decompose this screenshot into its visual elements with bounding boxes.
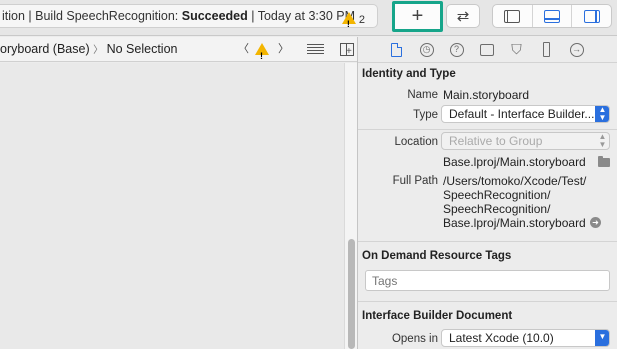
jump-bar-controls: 〈 〉: [238, 37, 354, 68]
question-icon: ?: [449, 42, 464, 57]
tab-size-inspector[interactable]: [538, 42, 555, 58]
forward-chevron-icon[interactable]: 〉: [278, 37, 289, 61]
tab-attributes-inspector[interactable]: ⛉: [508, 41, 525, 58]
popup-arrows-icon: ▲ ▼: [595, 106, 609, 122]
location-label: Location: [394, 136, 438, 148]
shield-icon: ⛉: [511, 41, 522, 57]
view-toggle-group: [492, 4, 612, 28]
build-time: | Today at 3:30 PM: [247, 9, 356, 23]
separator: [358, 241, 617, 242]
activity-viewer[interactable]: ition | Build SpeechRecognition: Succeed…: [0, 4, 378, 28]
storyboard-canvas[interactable]: [0, 63, 344, 349]
full-path-line: SpeechRecognition/: [443, 202, 551, 216]
library-button[interactable]: +: [392, 1, 443, 32]
type-label: Type: [413, 109, 438, 121]
location-popup: Relative to Group ▲ ▼: [441, 132, 610, 150]
section-title-ib-document: Interface Builder Document: [362, 310, 513, 322]
separator: [358, 301, 617, 302]
breadcrumb-file[interactable]: oryboard (Base): [0, 42, 90, 56]
section-title-tags: On Demand Resource Tags: [362, 250, 512, 262]
tab-quick-help[interactable]: ?: [448, 42, 465, 58]
activity-prefix: ition | Build SpeechRecognition:: [2, 9, 182, 23]
opens-in-value: Latest Xcode (10.0): [449, 331, 554, 345]
breadcrumb[interactable]: oryboard (Base) 〉 No Selection: [0, 37, 177, 63]
separator: [358, 129, 617, 130]
type-popup[interactable]: Default - Interface Builder... ▲ ▼: [441, 105, 610, 123]
arrow-circle-icon: →: [569, 42, 584, 57]
tab-identity-inspector[interactable]: [478, 42, 495, 58]
breadcrumb-separator: 〉: [93, 45, 104, 56]
left-pane-icon: [504, 9, 521, 23]
vertical-scrollbar[interactable]: [344, 63, 357, 349]
breadcrumb-selection[interactable]: No Selection: [107, 42, 178, 56]
editor-options-icon[interactable]: [307, 43, 324, 55]
swap-arrows-icon: ⇄: [456, 8, 470, 25]
name-value: Main.storyboard: [443, 88, 530, 102]
inspector-pane: ◷ ? ⛉ → Identity and Type Name Main.stor…: [358, 37, 617, 349]
tab-connections-inspector[interactable]: →: [568, 42, 585, 58]
reveal-arrow-icon[interactable]: ➜: [590, 217, 601, 228]
bottom-pane-icon: [544, 9, 560, 23]
toggle-inspector-button[interactable]: [572, 5, 611, 27]
section-title-identity: Identity and Type: [362, 68, 456, 80]
build-status: Succeeded: [181, 9, 248, 23]
warning-badge[interactable]: 2: [341, 9, 365, 27]
name-label: Name: [407, 89, 438, 101]
tags-input[interactable]: [365, 270, 610, 291]
jump-bar: oryboard (Base) 〉 No Selection 〈 〉: [0, 37, 357, 68]
document-icon: [391, 42, 402, 57]
scrollbar-thumb[interactable]: [348, 239, 355, 349]
right-pane-icon: [583, 9, 600, 23]
code-review-button[interactable]: ⇄: [446, 4, 480, 28]
clock-icon: ◷: [419, 42, 434, 57]
type-popup-value: Default - Interface Builder...: [449, 107, 595, 121]
toggle-navigator-button[interactable]: [493, 5, 533, 27]
toggle-debug-area-button[interactable]: [533, 5, 573, 27]
opens-in-popup[interactable]: Latest Xcode (10.0) ▼: [441, 329, 610, 347]
full-path-label: Full Path: [392, 175, 438, 187]
popup-arrows-icon: ▲ ▼: [598, 132, 607, 149]
warning-count: 2: [358, 14, 365, 26]
full-path-line: Base.lproj/Main.storyboard: [443, 216, 586, 230]
chevron-down-icon: ▼: [595, 330, 609, 346]
toolbar: ition | Build SpeechRecognition: Succeed…: [0, 0, 617, 36]
location-popup-value: Relative to Group: [449, 134, 543, 148]
back-chevron-icon[interactable]: 〈: [238, 37, 249, 61]
warning-icon: [341, 12, 356, 27]
full-path-line: SpeechRecognition/: [443, 188, 551, 202]
id-card-icon: [479, 43, 494, 56]
add-editor-icon[interactable]: [340, 40, 354, 64]
full-path-line: /Users/tomoko/Xcode/Test/: [443, 174, 587, 188]
tab-file-inspector[interactable]: [388, 42, 405, 58]
tab-history-inspector[interactable]: ◷: [418, 42, 435, 58]
plus-icon: +: [411, 5, 424, 27]
ruler-icon: [543, 42, 550, 57]
issue-warning-icon[interactable]: [255, 43, 269, 68]
inspector-tabs: ◷ ? ⛉ →: [358, 37, 617, 63]
opens-in-label: Opens in: [391, 333, 438, 345]
folder-icon[interactable]: [598, 156, 610, 167]
location-path: Base.lproj/Main.storyboard: [443, 155, 586, 169]
